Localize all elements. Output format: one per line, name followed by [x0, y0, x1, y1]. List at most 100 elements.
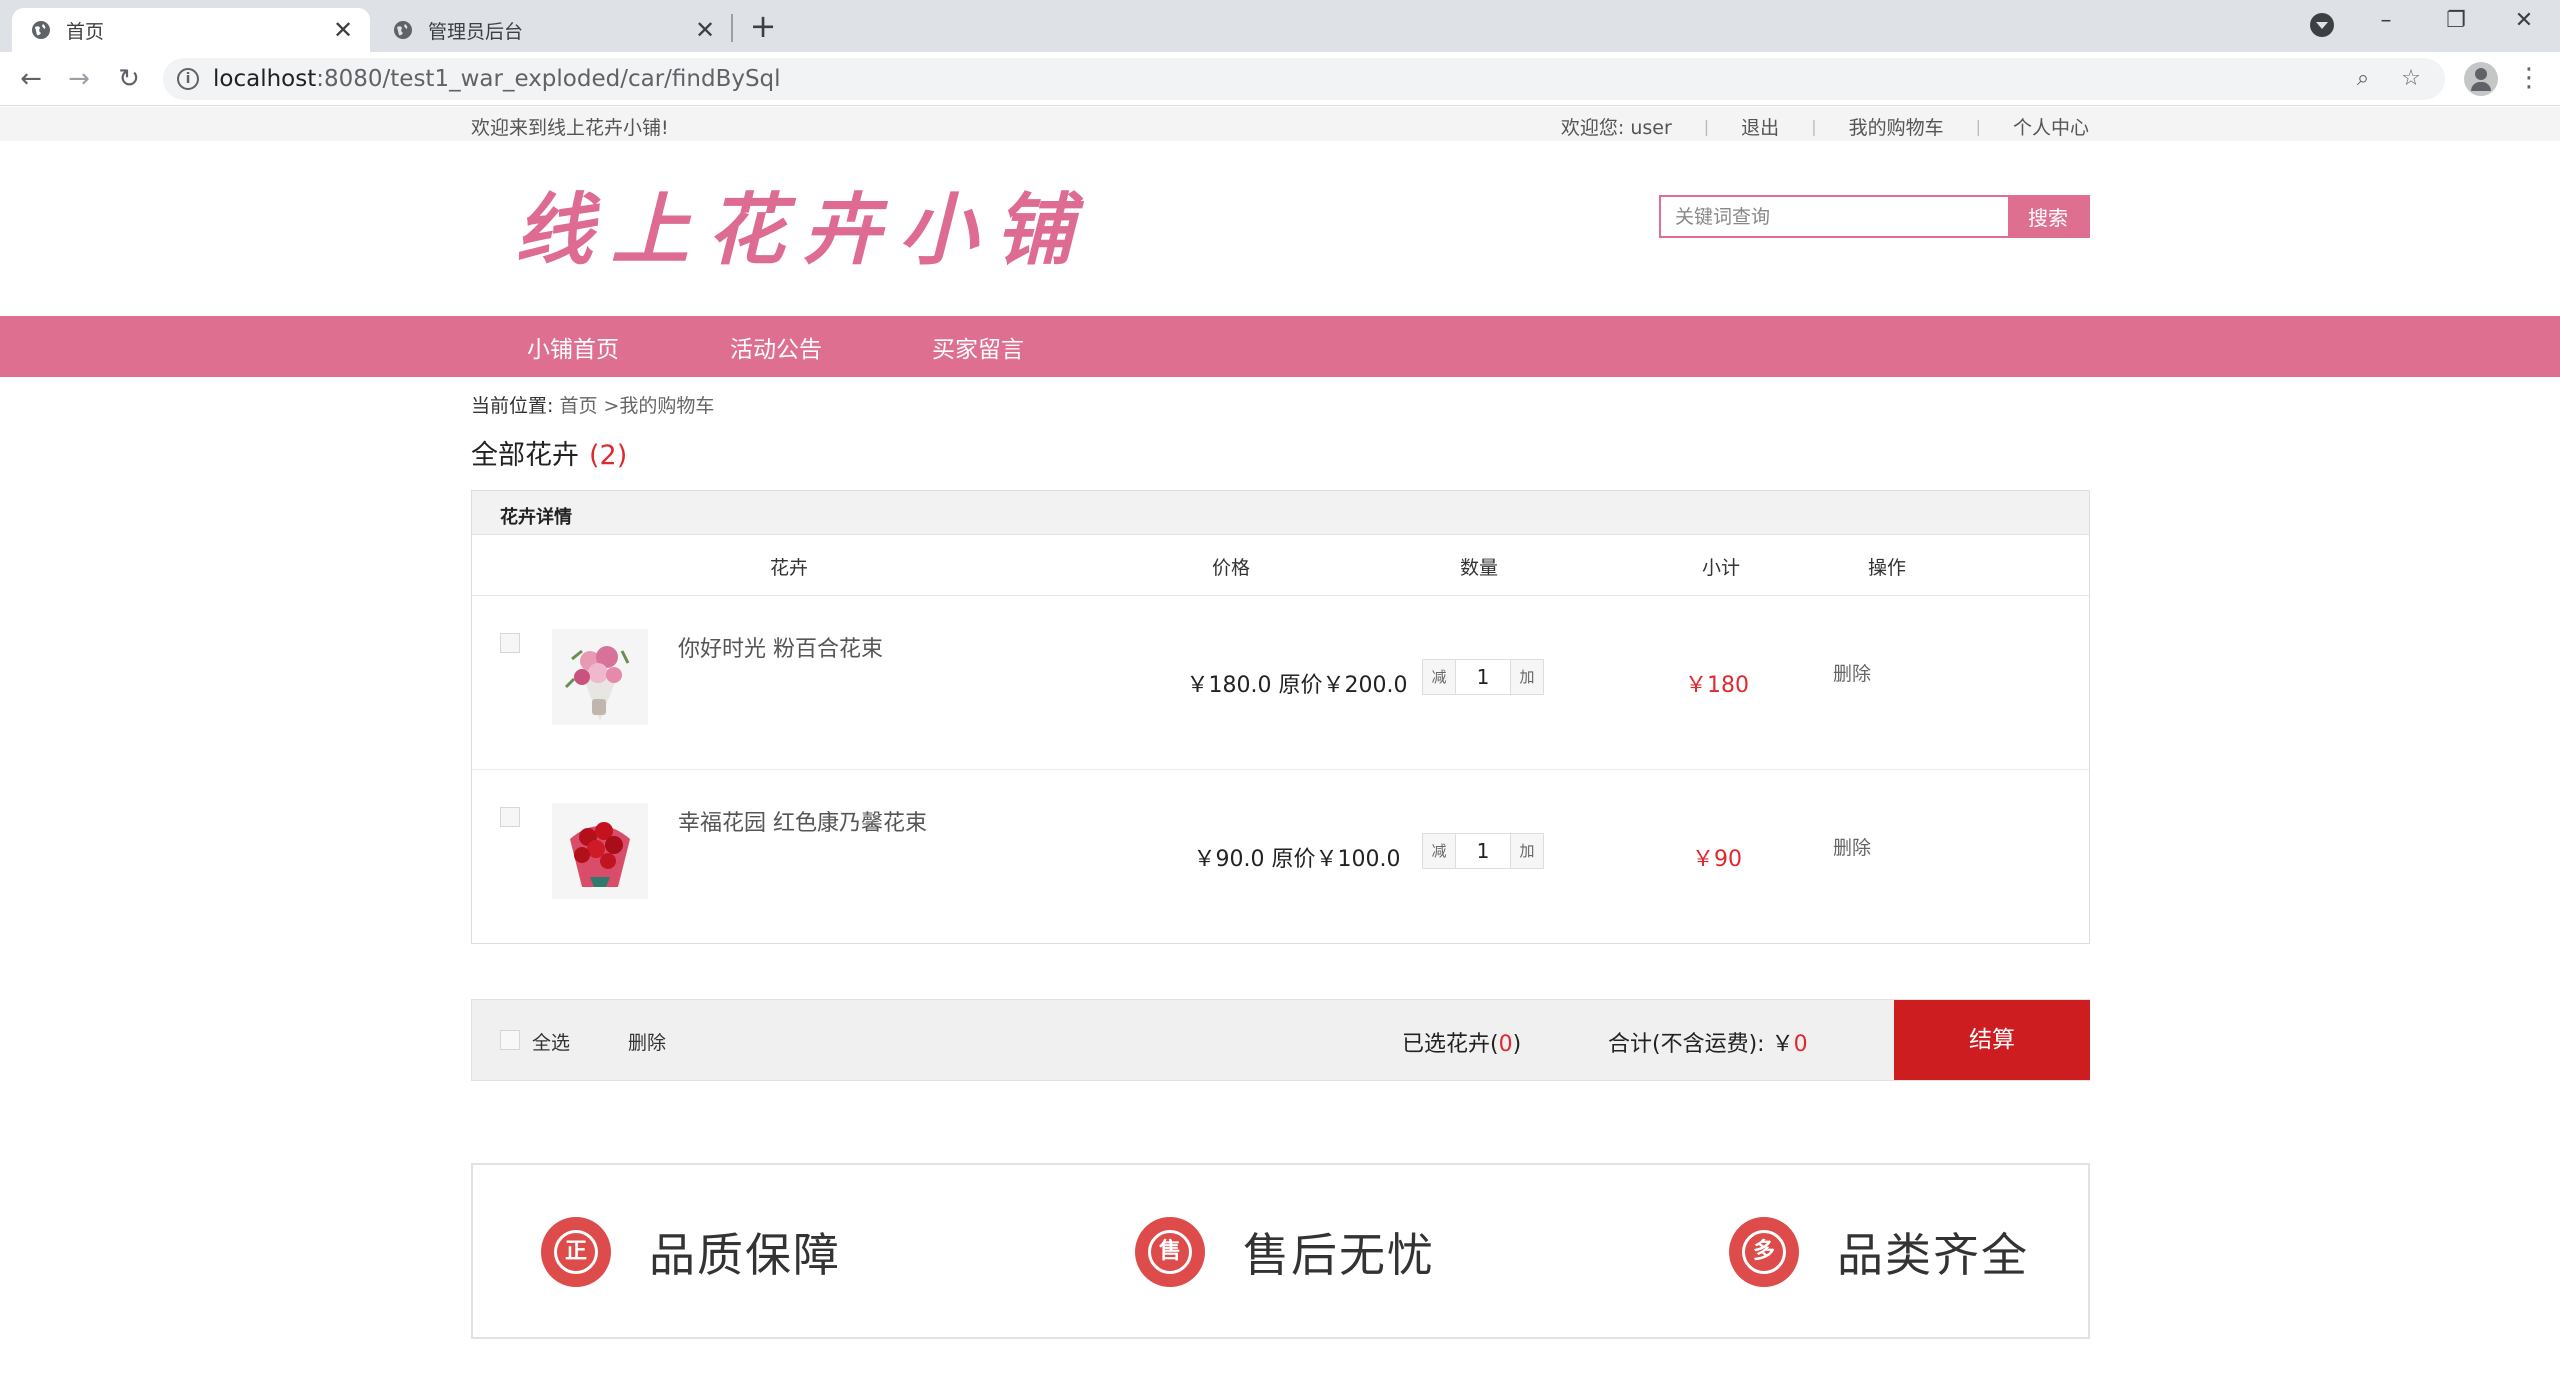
address-bar[interactable]: i localhost:8080/test1_war_exploded/car/… — [163, 58, 2445, 100]
badge-char: 正 — [554, 1230, 598, 1274]
nav-item-announcements[interactable]: 活动公告 — [730, 330, 822, 364]
decrease-button[interactable]: 减 — [1423, 834, 1455, 868]
variety-badge-icon: 多 — [1729, 1217, 1799, 1287]
item-checkbox[interactable] — [500, 633, 520, 653]
nav-item-messages[interactable]: 买家留言 — [932, 330, 1024, 364]
badge-char: 多 — [1742, 1230, 1786, 1274]
my-cart-link[interactable]: 我的购物车 — [1849, 113, 1944, 140]
browser-tabstrip: 首页 ✕ 管理员后台 ✕ + – ❐ ✕ — [0, 0, 2560, 52]
divider: | — [1811, 117, 1817, 136]
main-nav: 小铺首页 活动公告 买家留言 — [0, 316, 2560, 377]
increase-button[interactable]: 加 — [1511, 834, 1543, 868]
badge-char: 售 — [1148, 1230, 1192, 1274]
cart-header-label: 花卉详情 — [500, 507, 572, 528]
product-name[interactable]: 你好时光 粉百合花束 — [678, 631, 883, 663]
select-all-checkbox[interactable] — [500, 1030, 520, 1050]
quality-badge-icon: 正 — [541, 1217, 611, 1287]
total-currency: ￥ — [1771, 1032, 1794, 1057]
back-icon[interactable]: ← — [14, 62, 48, 96]
cart-summary-bar: 全选 删除 已选花卉(0) 合计(不含运费): ￥0 — [471, 999, 2090, 1081]
logout-link[interactable]: 退出 — [1741, 113, 1779, 140]
section-count: (2) — [589, 440, 628, 471]
product-price: ￥180.0 原价￥200.0 — [1186, 673, 1408, 698]
item-checkbox[interactable] — [500, 807, 520, 827]
close-tab-icon[interactable]: ✕ — [330, 17, 356, 43]
search-input[interactable] — [1661, 197, 2008, 236]
breadcrumb-current: >我的购物车 — [603, 395, 715, 417]
quantity-value[interactable]: 1 — [1455, 834, 1511, 868]
selected-count: 已选花卉(0) — [1402, 1026, 1521, 1058]
checkout-button[interactable]: 结算 — [1894, 1000, 2090, 1080]
page-title: 全部花卉 (2) — [471, 433, 627, 472]
selected-count-value: 0 — [1498, 1032, 1513, 1057]
quantity-stepper: 减 1 加 — [1422, 659, 1544, 695]
search-box: 搜索 — [1659, 195, 2090, 238]
bouquet-image — [552, 629, 648, 725]
zoom-icon[interactable]: ⌕ — [2349, 66, 2377, 91]
column-header-flower: 花卉 — [770, 557, 809, 579]
product-price: ￥90.0 原价￥100.0 — [1193, 847, 1401, 872]
tab-admin[interactable]: 管理员后台 ✕ — [374, 8, 732, 52]
search-button[interactable]: 搜索 — [2008, 197, 2088, 236]
guarantee-label: 品质保障 — [649, 1228, 841, 1282]
site-info-icon[interactable]: i — [177, 68, 199, 90]
browser-toolbar: ← → ↻ i localhost:8080/test1_war_explode… — [0, 52, 2560, 106]
quantity-stepper: 减 1 加 — [1422, 833, 1544, 869]
column-header-action: 操作 — [1868, 557, 1907, 579]
menu-kebab-icon[interactable]: ⋮ — [2516, 64, 2542, 92]
total-amount: 合计(不含运费): ￥0 — [1608, 1026, 1808, 1058]
selected-close: ) — [1512, 1032, 1522, 1057]
increase-button[interactable]: 加 — [1511, 660, 1543, 694]
cart-row: 你好时光 粉百合花束 ￥180.0 原价￥200.0 减 1 加 ￥180 删除 — [472, 595, 2089, 769]
bookmark-star-icon[interactable]: ☆ — [2397, 66, 2425, 91]
close-tab-icon[interactable]: ✕ — [692, 17, 718, 43]
new-tab-icon[interactable]: + — [746, 10, 780, 42]
column-header-qty: 数量 — [1460, 557, 1499, 579]
globe-icon — [32, 21, 50, 39]
restore-icon[interactable]: ❐ — [2436, 6, 2476, 36]
section-title-text: 全部花卉 — [471, 440, 579, 471]
profile-link[interactable]: 个人中心 — [2013, 113, 2089, 140]
site-topbar: 欢迎来到线上花卉小铺! 欢迎您: user | 退出 | 我的购物车 | 个人中… — [0, 107, 2560, 141]
minimize-icon[interactable]: – — [2366, 6, 2406, 36]
select-all-label[interactable]: 全选 — [532, 1028, 570, 1055]
nav-item-home[interactable]: 小铺首页 — [527, 330, 619, 364]
column-header-price: 价格 — [1212, 557, 1251, 579]
profile-avatar-icon[interactable] — [2464, 62, 2498, 96]
tab-search-icon[interactable] — [2310, 13, 2334, 37]
decrease-button[interactable]: 减 — [1423, 660, 1455, 694]
breadcrumb: 当前位置: 首页 >我的购物车 — [471, 391, 714, 418]
close-window-icon[interactable]: ✕ — [2504, 6, 2544, 36]
aftersale-badge-icon: 售 — [1135, 1217, 1205, 1287]
product-name[interactable]: 幸福花园 红色康乃馨花束 — [678, 805, 927, 837]
breadcrumb-home-link[interactable]: 首页 — [559, 395, 597, 417]
service-guarantees: 正 品质保障 售 售后无忧 多 品类齐全 — [471, 1163, 2090, 1339]
welcome-text: 欢迎来到线上花卉小铺! — [471, 117, 669, 139]
selected-label: 已选花卉 — [1402, 1032, 1491, 1057]
url-text[interactable]: localhost:8080/test1_war_exploded/car/fi… — [213, 66, 781, 92]
column-header-subtotal: 小计 — [1702, 557, 1741, 579]
divider: | — [1975, 117, 1981, 136]
bulk-delete-link[interactable]: 删除 — [628, 1028, 666, 1055]
reload-icon[interactable]: ↻ — [112, 62, 146, 96]
user-greeting: 欢迎您: user — [1560, 117, 1672, 139]
guarantee-item: 多 品类齐全 — [1729, 1217, 2029, 1287]
tab-title: 首页 — [66, 20, 105, 43]
site-logo[interactable]: 线上花卉小铺 — [515, 168, 1091, 280]
delete-item-link[interactable]: 删除 — [1812, 659, 1892, 686]
tab-home[interactable]: 首页 ✕ — [12, 8, 370, 52]
forward-icon[interactable]: → — [62, 62, 96, 96]
guarantee-item: 售 售后无忧 — [1135, 1217, 1435, 1287]
item-subtotal: ￥180 — [1685, 673, 1749, 698]
quantity-value[interactable]: 1 — [1455, 660, 1511, 694]
topbar-links: 欢迎您: user | 退出 | 我的购物车 | 个人中心 — [1561, 113, 2089, 140]
product-image[interactable] — [552, 629, 648, 725]
url-path: :8080/test1_war_exploded/car/findBySql — [316, 66, 781, 92]
cart-table-header: 花卉详情 — [472, 491, 2089, 535]
guarantee-item: 正 品质保障 — [541, 1217, 841, 1287]
delete-item-link[interactable]: 删除 — [1812, 833, 1892, 860]
total-value: 0 — [1793, 1032, 1808, 1057]
cart-row: 幸福花园 红色康乃馨花束 ￥90.0 原价￥100.0 减 1 加 ￥90 删除 — [472, 769, 2089, 943]
product-image[interactable] — [552, 803, 648, 899]
guarantee-label: 售后无忧 — [1243, 1228, 1435, 1282]
